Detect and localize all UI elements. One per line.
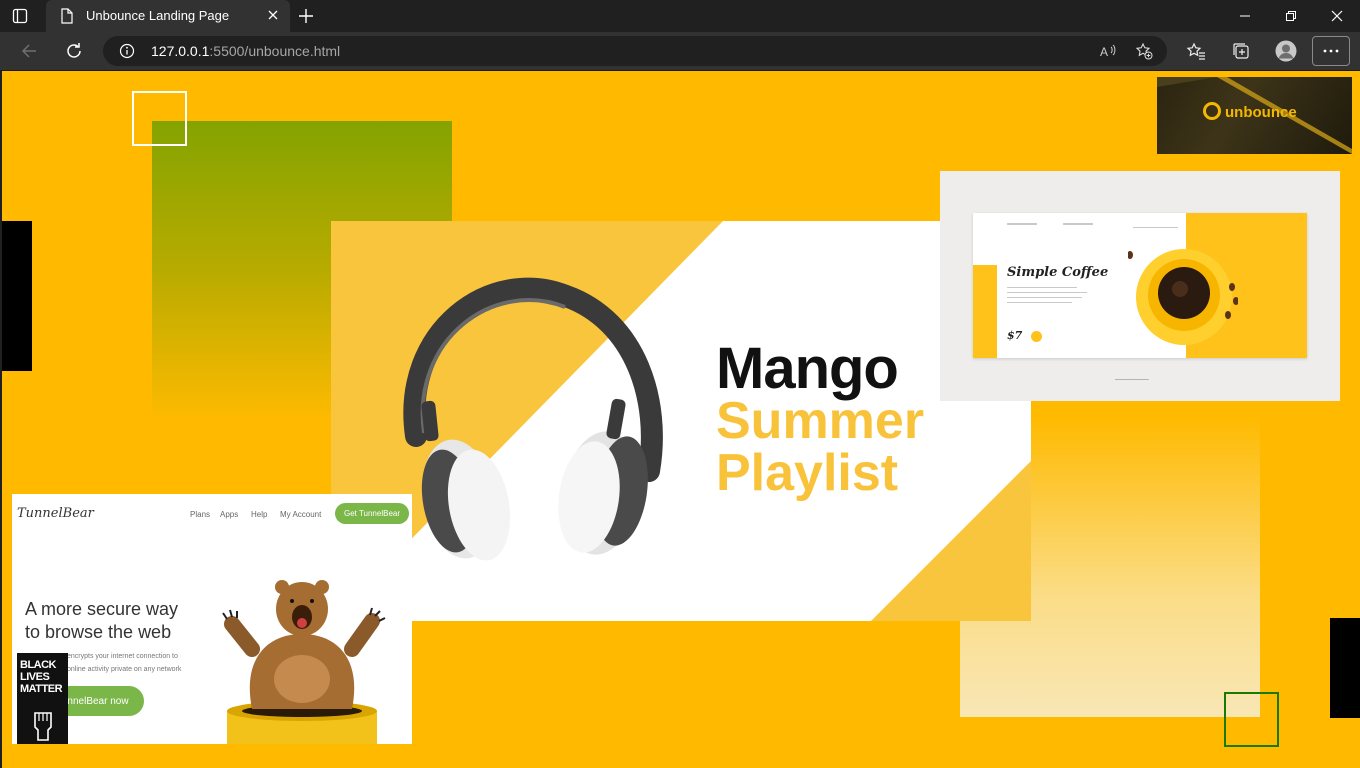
tab-title: Unbounce Landing Page [86,8,230,23]
coffee-nav-line [1007,223,1037,225]
headphones-illustration [331,221,1031,621]
tb-headline: A more secure way to browse the web [25,598,178,644]
restore-icon [1286,11,1296,21]
tb-copy: encrypts your internet connection to onl… [67,650,181,676]
tb-copy-line1: encrypts your internet connection to [67,653,178,660]
tunnelbear-mockup: TunnelBear Plans Apps Help My Account Ge… [12,494,412,744]
new-tab-icon[interactable] [297,7,315,25]
collections-icon[interactable] [1231,41,1251,61]
coffee-cup-icon [1128,249,1238,345]
info-icon[interactable] [119,43,135,59]
coffee-price: $7 [1007,329,1023,342]
coffee-text-line [1007,297,1082,298]
coffee-title: Simple Coffee [1007,265,1109,280]
mango-subtitle-summer: Summer [716,392,925,450]
profile-avatar-icon[interactable] [1275,40,1297,62]
favorites-icon[interactable] [1186,41,1206,61]
tb-nav-account: My Account [280,510,322,519]
minimize-button[interactable] [1222,0,1268,32]
tb-nav-plans: Plans [190,510,211,519]
url-text[interactable]: 127.0.0.1:5500/unbounce.html [151,43,340,59]
tunnelbear-logo: TunnelBear [17,506,94,521]
restore-button[interactable] [1268,0,1314,32]
unbounce-mark-icon [1203,102,1221,120]
coffee-card: Simple Coffee $7 [973,213,1307,358]
blm-line2: LIVES [20,671,50,683]
coffee-footer-line: ━━━━━━━━━━━━━━ [1115,377,1149,382]
mango-title: Mango [716,336,899,401]
white-outline-square [132,91,187,146]
tb-headline-line1: A more secure way [25,599,179,619]
coffee-text-line [1007,302,1072,303]
mango-playlist-banner: Mango Summer Playlist [331,221,1031,621]
green-outline-square [1224,692,1279,747]
coffee-text-line [1007,292,1087,293]
coffee-nav-line [1063,223,1093,225]
refresh-icon[interactable] [64,41,84,61]
coffee-side-strip [973,265,997,358]
unbounce-wordmark: unbounce [1225,104,1297,121]
tb-nav-help: Help [251,510,268,519]
more-dots-icon [1323,49,1339,53]
coffee-text-line [1007,287,1077,288]
simple-coffee-mockup: Simple Coffee $7 ━━━━━━━━━━━━━━ [940,171,1340,401]
tb-get-button: Get TunnelBear [335,503,409,524]
left-black-bar [2,221,32,371]
coffee-search-line [1133,227,1178,228]
browser-toolbar: 127.0.0.1:5500/unbounce.html A [0,32,1360,71]
tb-nav-apps: Apps [220,510,239,519]
page-canvas: unbounce Mango Summer Playlist Simple Co… [2,71,1360,768]
svg-text:A: A [1100,45,1108,59]
tb-copy-line2: online activity private on any network [67,666,182,673]
read-aloud-icon[interactable]: A [1099,42,1117,60]
close-icon [1331,10,1343,22]
url-path: :5500/unbounce.html [209,43,341,59]
tunnelbear-bear-icon [222,580,386,744]
black-lives-matter-badge: BLACK LIVES MATTER [17,653,68,744]
browser-tab[interactable]: Unbounce Landing Page [46,0,290,32]
address-bar[interactable]: 127.0.0.1:5500/unbounce.html A [103,36,1167,66]
back-icon[interactable] [20,41,40,61]
right-black-bar [1330,618,1360,718]
sidebar-toggle-icon[interactable] [12,8,28,24]
minimize-icon [1240,15,1250,17]
settings-more-button[interactable] [1312,36,1350,66]
url-host: 127.0.0.1 [151,43,210,59]
unbounce-logo-image: unbounce [1157,77,1352,154]
blm-line1: BLACK [20,659,57,671]
tb-headline-line2: to browse the web [25,622,172,642]
document-icon [61,8,73,24]
blm-line3: MATTER [20,683,63,695]
mango-subtitle-playlist: Playlist [716,444,899,502]
close-window-button[interactable] [1314,0,1360,32]
add-favorite-icon[interactable] [1135,42,1153,60]
close-tab-icon[interactable] [266,8,280,22]
browser-titlebar: Unbounce Landing Page [0,0,1360,32]
coffee-add-icon [1031,331,1042,342]
blm-text: BLACK LIVES MATTER [20,659,63,695]
raised-fist-icon [34,712,52,741]
